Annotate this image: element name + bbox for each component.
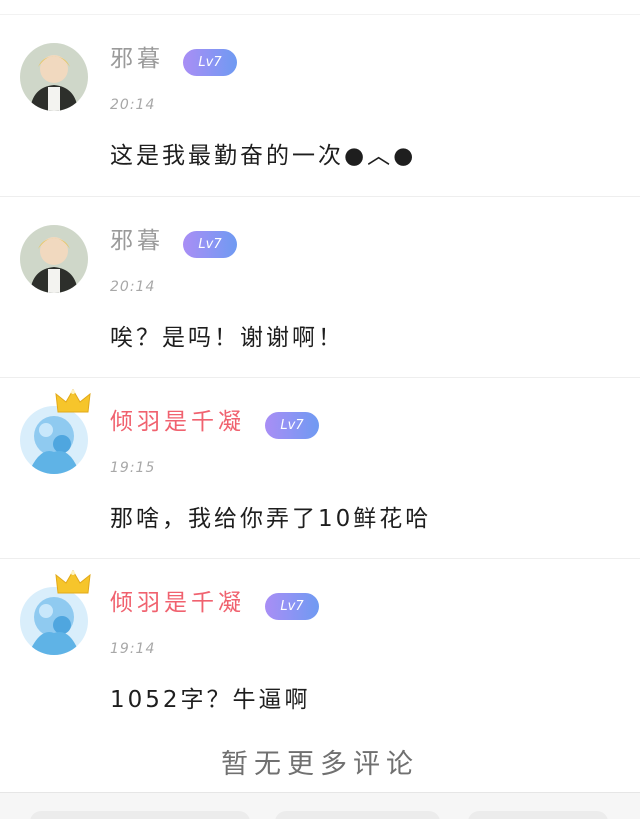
no-more-comments: 暂无更多评论 [221, 749, 419, 780]
user-name[interactable]: 倾羽是千凝 [110, 407, 245, 437]
level-badge: Lv7 [265, 412, 319, 439]
comment-item: 倾羽是千凝 Lv7 19:15 那啥，我给你弄了10鲜花哈 [0, 377, 640, 558]
comment-time: 20:14 [110, 97, 156, 113]
level-badge: Lv7 [265, 593, 319, 620]
avatar[interactable] [20, 406, 88, 474]
crown-icon [55, 570, 91, 594]
bottom-action-bar [0, 792, 640, 819]
action-pill[interactable] [275, 811, 440, 819]
comment-time: 19:14 [110, 641, 156, 657]
comment-input-pill[interactable] [30, 811, 250, 819]
comment-item: 邪暮 Lv7 20:14 唉？是吗！谢谢啊！ [0, 196, 640, 377]
avatar[interactable] [20, 225, 88, 293]
action-pill[interactable] [468, 811, 608, 819]
comment-list: 邪暮 Lv7 20:14 这是我最勤奋的一次●︿● 邪暮 Lv7 20:14 唉… [0, 0, 640, 739]
comment-text: 那啥，我给你弄了10鲜花哈 [110, 506, 432, 532]
comment-item: 倾羽是千凝 Lv7 19:14 1052字？牛逼啊 [0, 558, 640, 739]
boy-avatar-icon [20, 43, 88, 111]
avatar[interactable] [20, 43, 88, 111]
user-name[interactable]: 邪暮 [110, 44, 164, 74]
comment-time: 19:15 [110, 460, 156, 476]
comment-text: 这是我最勤奋的一次●︿● [110, 143, 417, 169]
level-badge: Lv7 [183, 49, 237, 76]
blue-avatar-icon [20, 587, 88, 655]
avatar[interactable] [20, 587, 88, 655]
comment-item: 邪暮 Lv7 20:14 这是我最勤奋的一次●︿● [0, 14, 640, 196]
comment-text: 唉？是吗！谢谢啊！ [110, 325, 344, 351]
comment-text: 1052字？牛逼啊 [110, 687, 311, 713]
level-badge: Lv7 [183, 231, 237, 258]
comment-time: 20:14 [110, 279, 156, 295]
user-name[interactable]: 倾羽是千凝 [110, 588, 245, 618]
blue-avatar-icon [20, 406, 88, 474]
boy-avatar-icon [20, 225, 88, 293]
user-name[interactable]: 邪暮 [110, 226, 164, 256]
crown-icon [55, 389, 91, 413]
